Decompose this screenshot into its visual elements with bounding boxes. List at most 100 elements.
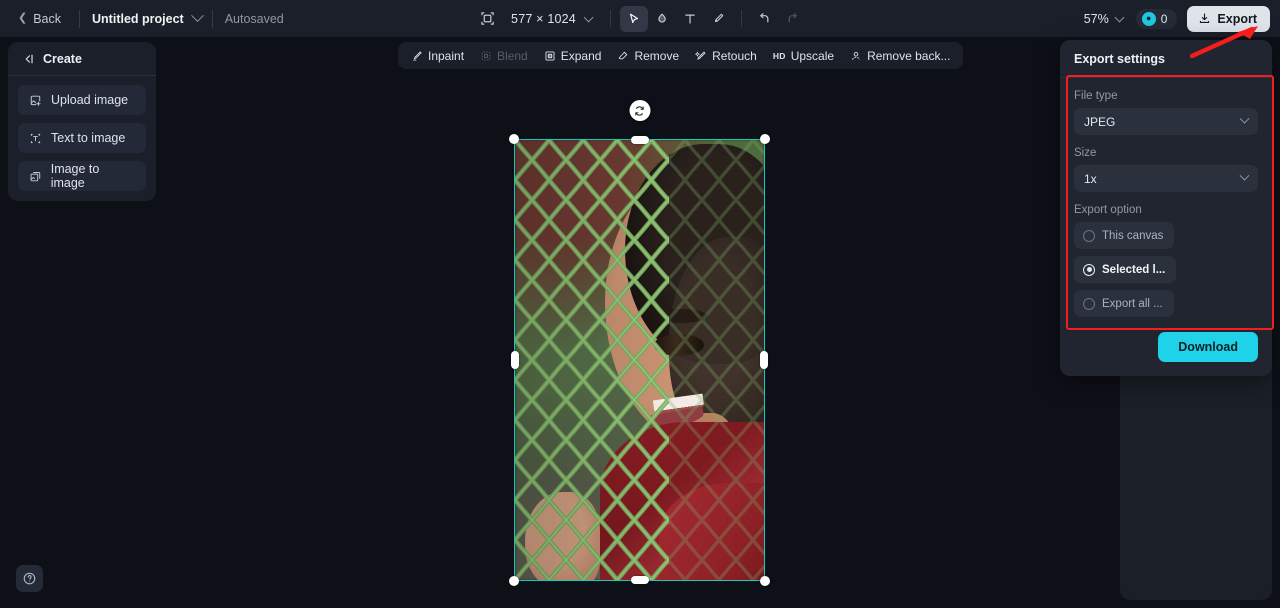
download-icon: [1200, 13, 1210, 23]
sidebar-item-image-to-image[interactable]: Image to image: [18, 161, 146, 191]
selected-image-wrapper[interactable]: [509, 100, 770, 586]
toolbar-label: Inpaint: [428, 48, 465, 63]
toolbar-item-inpaint[interactable]: Inpaint: [403, 45, 472, 67]
text-to-image-icon: [30, 133, 41, 143]
divider: [609, 10, 611, 27]
toolbar-label: Upscale: [790, 48, 835, 63]
project-menu-button[interactable]: [184, 9, 212, 23]
toolbar-item-blend[interactable]: Blend: [472, 45, 536, 67]
toolbar-item-upscale[interactable]: HD Upscale: [765, 45, 842, 67]
toolbar-item-remove-background[interactable]: Remove back...: [842, 45, 958, 67]
canvas-photo[interactable]: [515, 140, 764, 580]
divider: [79, 9, 81, 28]
credits-count: 0: [1160, 11, 1168, 26]
toolbar-label: Remove back...: [867, 48, 951, 63]
rotate-handle[interactable]: [629, 100, 650, 121]
image-to-image-icon: [30, 171, 41, 181]
text-tool-button[interactable]: [676, 6, 704, 32]
autosave-status: Autosaved: [224, 11, 284, 26]
create-panel: Create Upload image Text to image Image …: [8, 42, 156, 201]
app-root: ❮ Back Untitled project Autosaved 577 × …: [0, 0, 1280, 608]
chevron-down-icon[interactable]: [1114, 12, 1125, 22]
retouch-icon: [695, 50, 706, 60]
resize-handle-bottom-right[interactable]: [760, 576, 770, 586]
export-settings-body: File type JPEG Size 1x Export option Thi…: [1060, 78, 1272, 376]
select-tool-button[interactable]: [619, 5, 648, 32]
file-type-label: File type: [1074, 90, 1118, 102]
fill-tool-button[interactable]: [648, 6, 676, 32]
undo-button[interactable]: [751, 6, 779, 32]
download-button[interactable]: Download: [1158, 332, 1258, 362]
download-row: Download: [1074, 332, 1258, 362]
radio-icon: [1083, 297, 1095, 310]
upload-image-icon: [30, 95, 41, 106]
expand-icon: [545, 50, 555, 61]
brush-tool-button[interactable]: [704, 6, 732, 32]
resize-handle-top-right[interactable]: [760, 134, 770, 144]
export-option-selected-layer[interactable]: Selected l...: [1074, 256, 1177, 283]
export-option-this-canvas[interactable]: This canvas: [1074, 222, 1175, 249]
toolbar-item-remove[interactable]: Remove: [609, 45, 687, 67]
export-option-label-text: Export all ...: [1102, 297, 1163, 310]
toolbar-label: Remove: [634, 48, 680, 63]
resize-handle-bottom[interactable]: [630, 576, 649, 584]
radio-icon: [1083, 229, 1095, 242]
zoom-level[interactable]: 57%: [1084, 12, 1109, 26]
create-panel-title: Create: [43, 51, 82, 66]
top-bar-left: ❮ Back Untitled project Autosaved: [0, 8, 284, 30]
collapse-panel-icon: [25, 54, 33, 63]
sidebar-item-text-to-image[interactable]: Text to image: [18, 123, 146, 153]
create-panel-list: Upload image Text to image Image to imag…: [8, 76, 156, 191]
toolbar-label: Retouch: [712, 48, 757, 63]
resize-handle-top[interactable]: [630, 136, 649, 144]
size-value: 1x: [1084, 171, 1097, 186]
toolbar-label: Expand: [560, 48, 602, 63]
top-bar: ❮ Back Untitled project Autosaved 577 × …: [0, 0, 1280, 37]
inpaint-icon: [413, 51, 422, 60]
toolbar-label: Blend: [497, 48, 528, 63]
back-button-label: Back: [33, 11, 62, 26]
sidebar-item-label: Image to image: [50, 162, 100, 190]
help-icon: [23, 572, 36, 585]
export-option-group: This canvas Selected l... Export all ...: [1074, 222, 1258, 317]
export-option-label: Export option: [1074, 204, 1142, 216]
toolbar-item-retouch[interactable]: Retouch: [687, 45, 765, 67]
resize-handle-top-left[interactable]: [509, 134, 519, 144]
size-label: Size: [1074, 147, 1097, 159]
export-button-label: Export: [1217, 11, 1257, 26]
credits-badge[interactable]: ● 0: [1135, 8, 1178, 29]
sidebar-item-label: Upload image: [51, 93, 129, 107]
chevron-down-icon: [1239, 170, 1250, 181]
file-type-select[interactable]: JPEG: [1074, 108, 1258, 135]
sidebar-item-upload-image[interactable]: Upload image: [18, 85, 146, 115]
export-option-export-all[interactable]: Export all ...: [1074, 290, 1174, 317]
redo-button[interactable]: [779, 6, 807, 32]
project-name[interactable]: Untitled project: [92, 12, 184, 26]
rotate-icon: [635, 105, 644, 116]
frame-size-icon[interactable]: [473, 6, 501, 32]
divider: [740, 10, 742, 27]
help-button[interactable]: [16, 565, 43, 592]
blend-icon: [481, 51, 491, 60]
back-button[interactable]: ❮ Back: [12, 8, 67, 30]
photo-fence: [515, 140, 670, 580]
canvas-size-value[interactable]: 577 × 1024: [501, 12, 578, 26]
export-button[interactable]: Export: [1187, 5, 1270, 32]
top-bar-tools: 577 × 1024: [473, 0, 807, 37]
remove-background-icon: [852, 51, 860, 60]
chevron-down-icon[interactable]: [583, 12, 594, 22]
resize-handle-right[interactable]: [760, 351, 768, 369]
chevron-left-icon: ❮: [18, 12, 28, 24]
remove-icon: [619, 51, 628, 59]
canvas-toolbar: Inpaint Blend Expand Remove Retouch HD U…: [398, 42, 964, 69]
size-select[interactable]: 1x: [1074, 165, 1258, 192]
export-option-label-text: Selected l...: [1102, 263, 1166, 276]
resize-handle-left[interactable]: [511, 351, 519, 369]
export-option-label-text: This canvas: [1102, 229, 1164, 242]
file-type-value: JPEG: [1084, 114, 1116, 129]
divider: [211, 9, 213, 28]
create-panel-header[interactable]: Create: [8, 42, 156, 76]
resize-handle-bottom-left[interactable]: [509, 576, 519, 586]
toolbar-item-expand[interactable]: Expand: [536, 45, 610, 67]
radio-icon-selected: [1083, 263, 1095, 276]
